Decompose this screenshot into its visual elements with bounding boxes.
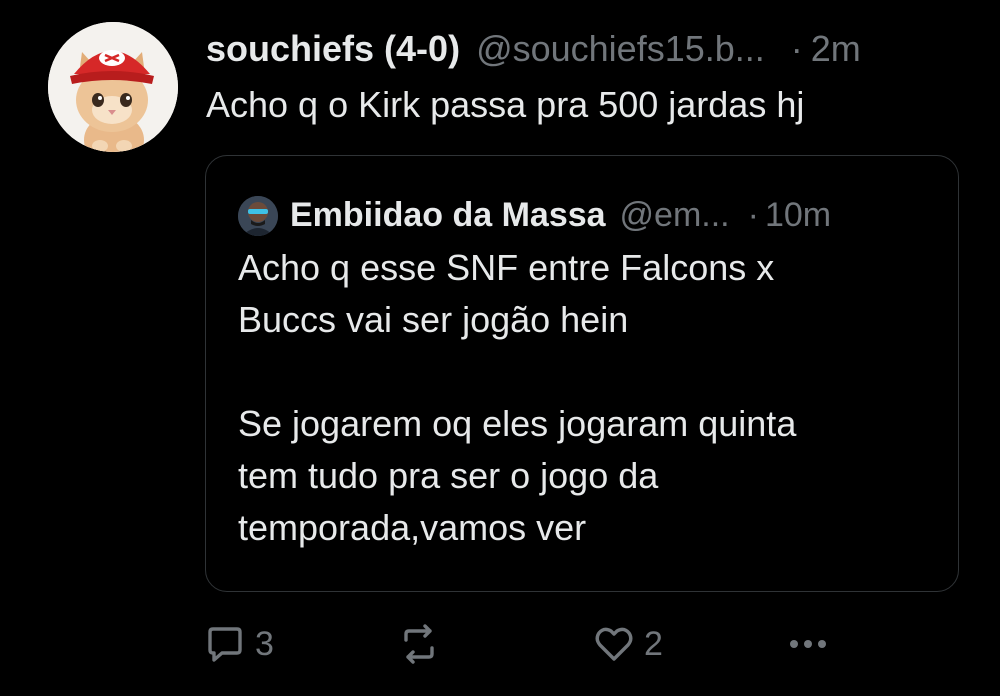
quoted-text-line: Se jogarem oq eles jogaram quinta: [238, 403, 797, 444]
kitten-avatar-icon: [48, 22, 178, 152]
quoted-text-line: Buccs vai ser jogão hein: [238, 299, 629, 340]
reply-icon: [208, 627, 242, 662]
quoted-author-avatar[interactable]: [238, 196, 278, 236]
quoted-text-line: temporada,vamos ver: [238, 507, 587, 548]
quoted-tweet-timestamp[interactable]: 10m: [765, 190, 831, 240]
quoted-tweet-header: Embiidao da Massa @em... · 10m: [290, 190, 831, 240]
retweet-icon: [404, 624, 434, 664]
like-count: 2: [644, 625, 663, 663]
like-button[interactable]: 2: [594, 618, 663, 670]
quoted-author-display-name[interactable]: Embiidao da Massa: [290, 190, 606, 240]
quoted-text-line: Acho q esse SNF entre Falcons x: [238, 247, 775, 288]
tweet-actions: 3 2: [0, 618, 1000, 670]
quoted-text-line: [238, 346, 938, 398]
quoted-tweet[interactable]: Embiidao da Massa @em... · 10m Acho q es…: [205, 155, 959, 592]
tweet[interactable]: souchiefs (4-0) @souchiefs15.b... · 2m A…: [0, 0, 1000, 696]
reply-count: 3: [255, 625, 274, 663]
tweet-header: souchiefs (4-0) @souchiefs15.b... · 2m: [206, 24, 861, 74]
retweet-button[interactable]: [399, 618, 439, 670]
tweet-text: Acho q o Kirk passa pra 500 jardas hj: [206, 84, 805, 125]
quoted-author-handle[interactable]: @em...: [620, 190, 730, 240]
reply-button[interactable]: 3: [205, 618, 274, 670]
separator-dot: ·: [790, 28, 803, 69]
author-handle[interactable]: @souchiefs15.b...: [476, 24, 765, 74]
more-button[interactable]: [786, 618, 830, 670]
quoted-tweet-text: Acho q esse SNF entre Falcons x Buccs va…: [238, 242, 938, 554]
quoted-text-line: tem tudo pra ser o jogo da: [238, 455, 659, 496]
person-avatar-icon: [238, 196, 278, 236]
like-icon: [595, 627, 633, 661]
tweet-timestamp[interactable]: 2m: [811, 24, 861, 74]
author-avatar[interactable]: [48, 22, 178, 152]
more-icon: [790, 640, 826, 648]
author-display-name[interactable]: souchiefs (4-0): [206, 24, 460, 74]
quoted-separator-dot: ·: [747, 196, 759, 234]
